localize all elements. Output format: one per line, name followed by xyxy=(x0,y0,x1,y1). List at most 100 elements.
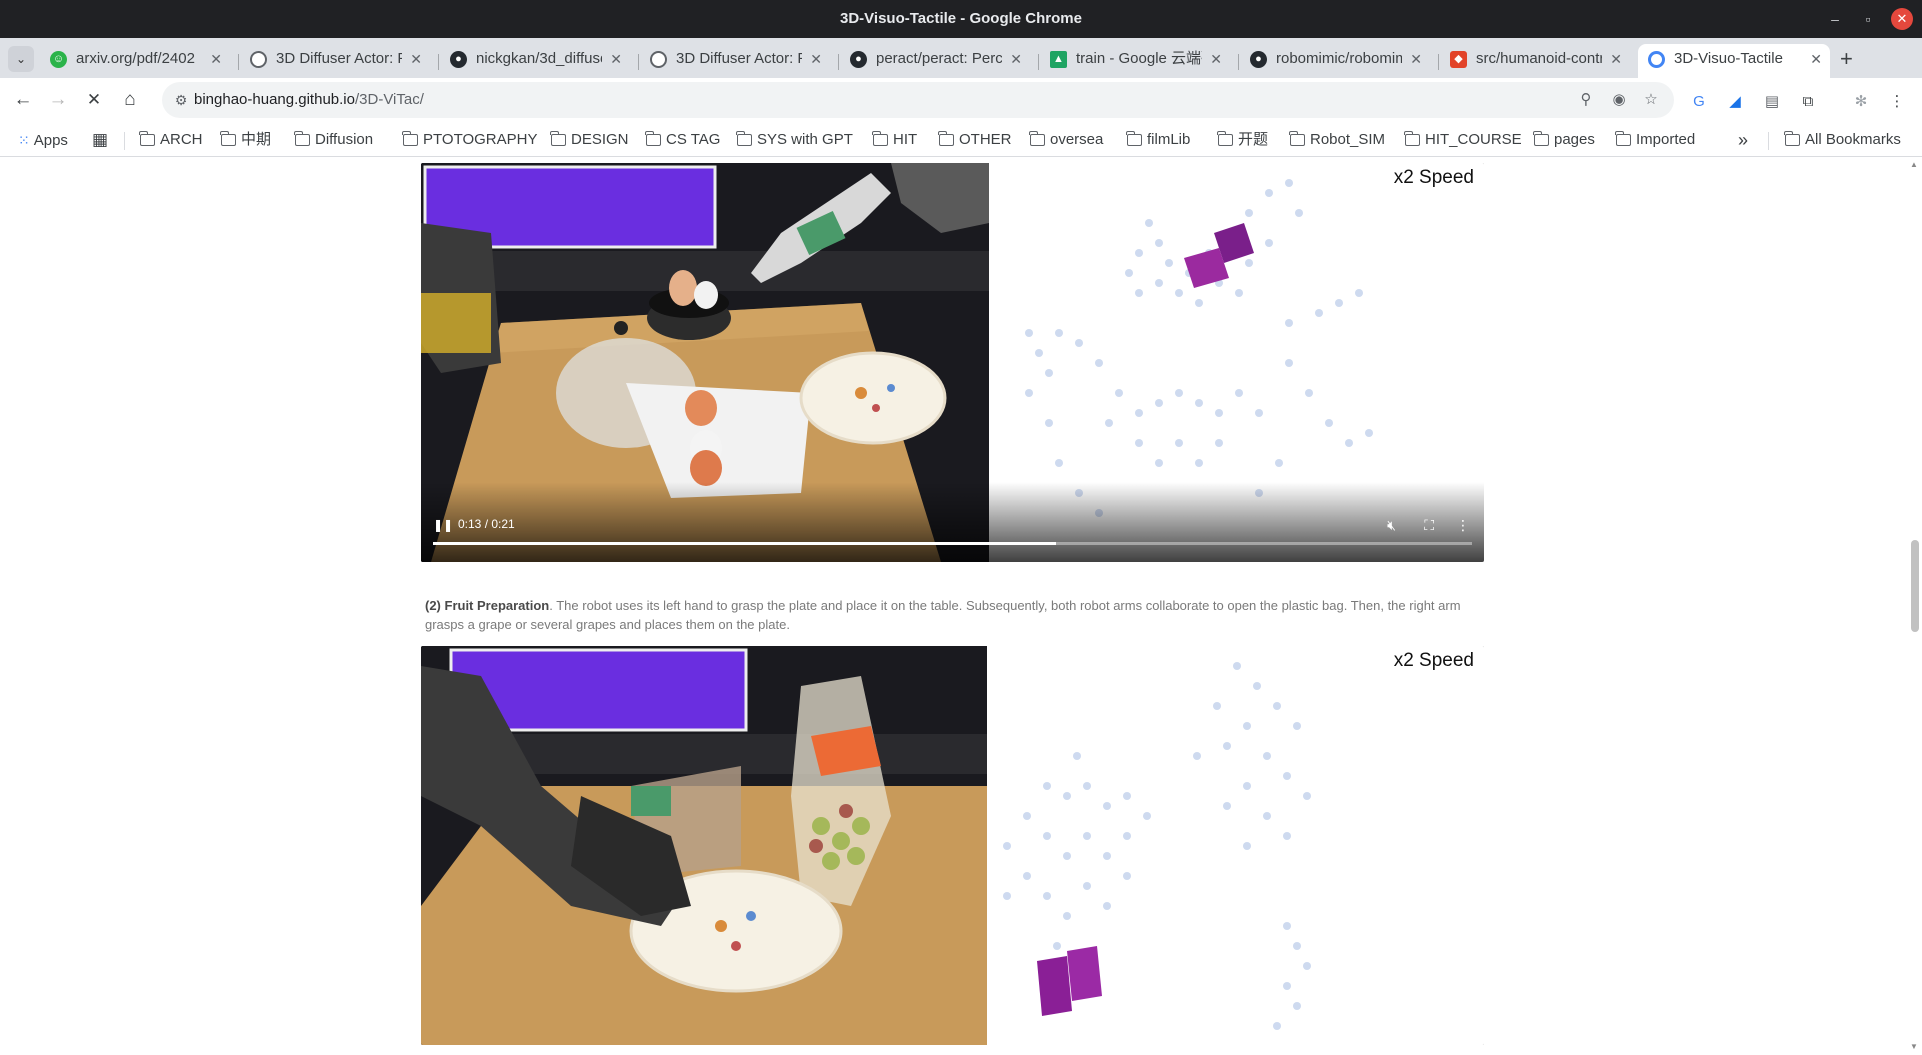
fullscreen-icon[interactable]: ⛶ xyxy=(1424,517,1434,534)
speed-label: x2 Speed xyxy=(1394,167,1474,188)
folder-icon xyxy=(645,131,661,146)
github-icon: ● xyxy=(850,51,867,68)
stop-loading-button[interactable]: ✕ xyxy=(82,88,106,112)
tab-label: 3D Diffuser Actor: Policy Diffusion xyxy=(276,50,402,67)
close-tab-icon[interactable]: ✕ xyxy=(810,44,822,74)
analytics-extension-icon[interactable]: ◢ xyxy=(1725,92,1745,112)
extensions-puzzle-icon[interactable]: ⧉ xyxy=(1798,92,1818,112)
folder-icon xyxy=(1533,131,1549,146)
back-button[interactable]: ← xyxy=(11,88,35,112)
address-bar[interactable]: ⚙ binghao-huang.github.io/3D-ViTac/ ⚲ ◉ … xyxy=(162,82,1674,118)
bookmark-folder-cs-tag[interactable]: CS TAG xyxy=(645,128,721,152)
bookmark-star-icon[interactable]: ☆ xyxy=(1641,90,1661,110)
bookmark-folder-kaiti[interactable]: 开题 xyxy=(1217,128,1268,152)
bookmark-label: pages xyxy=(1554,131,1595,148)
close-tab-icon[interactable]: ✕ xyxy=(410,44,422,74)
folder-icon xyxy=(220,131,236,146)
bookmark-folder-design[interactable]: DESIGN xyxy=(550,128,629,152)
close-tab-icon[interactable]: ✕ xyxy=(1210,44,1222,74)
chrome-menu-icon[interactable]: ⋮ xyxy=(1887,92,1907,112)
bookmark-folder-sys-with-gpt[interactable]: SYS with GPT xyxy=(736,128,853,152)
tab-strip: ⌄ ☺ arxiv.org/pdf/2402 ✕ 3D Diffuser Act… xyxy=(0,38,1922,78)
more-options-icon[interactable]: ⋮ xyxy=(1456,517,1470,534)
minimize-button[interactable]: – xyxy=(1824,8,1846,30)
tab-label: peract/peract: Perceiver-Actor xyxy=(876,50,1002,67)
tab-divider xyxy=(838,54,839,70)
close-tab-icon[interactable]: ✕ xyxy=(1410,44,1422,74)
tab-3d-diffuser-actor-2[interactable]: 3D Diffuser Actor: Policy Diffusion ✕ xyxy=(640,44,830,78)
tracking-protection-icon[interactable]: ◉ xyxy=(1609,90,1629,110)
home-button[interactable]: ⌂ xyxy=(118,88,142,112)
video-progress-bar[interactable] xyxy=(433,542,1472,545)
tab-google-drive[interactable]: ▲ train - Google 云端硬盘 ✕ xyxy=(1040,44,1230,78)
video-progress-fill xyxy=(433,542,1057,545)
point-cloud-view: x2 Speed xyxy=(987,646,1484,1045)
site-info-icon[interactable]: ⚙ xyxy=(172,91,190,109)
tab-robomimic-github[interactable]: ● robomimic/robomimic ✕ xyxy=(1240,44,1430,78)
tab-nickgkan-github[interactable]: ● nickgkan/3d_diffuser_actor ✕ xyxy=(440,44,630,78)
close-tab-icon[interactable]: ✕ xyxy=(610,44,622,74)
close-tab-icon[interactable]: ✕ xyxy=(1810,44,1822,74)
bookmark-folder-diffusion[interactable]: Diffusion xyxy=(294,128,373,152)
reader-extension-icon[interactable]: ▤ xyxy=(1762,92,1782,112)
bookmarks-divider xyxy=(124,132,125,150)
bookmark-folder-pages[interactable]: pages xyxy=(1533,128,1595,152)
more-bookmarks-button[interactable]: » xyxy=(1738,128,1748,152)
bookmark-folder-filmlib[interactable]: filmLib xyxy=(1126,128,1190,152)
translate-extension-icon[interactable]: G xyxy=(1689,92,1709,112)
tab-groups-icon[interactable]: ▦ xyxy=(92,128,108,152)
scroll-down-icon[interactable]: ▼ xyxy=(1910,1042,1918,1051)
bookmark-label: 中期 xyxy=(241,131,272,148)
apps-bookmark[interactable]: ⁙ Apps xyxy=(18,128,68,152)
video-time: 0:13 / 0:21 xyxy=(458,517,515,531)
bookmark-folder-robot-sim[interactable]: Robot_SIM xyxy=(1289,128,1385,152)
tab-search-button[interactable]: ⌄ xyxy=(8,46,34,72)
tab-humanoid-gitlab[interactable]: ◆ src/humanoid-control ✕ xyxy=(1440,44,1630,78)
toolbar: ← → ✕ ⌂ ⚙ binghao-huang.github.io/3D-ViT… xyxy=(0,78,1922,123)
tab-divider xyxy=(238,54,239,70)
bookmark-folder-ptotography[interactable]: PTOTOGRAPHY xyxy=(402,128,538,152)
github-icon: ● xyxy=(450,51,467,68)
close-tab-icon[interactable]: ✕ xyxy=(210,44,222,74)
close-window-button[interactable]: ✕ xyxy=(1891,8,1913,30)
video-fruit-preparation[interactable]: x2 Speed xyxy=(421,646,1484,1045)
tab-3d-visuo-tactile[interactable]: 3D-Visuo-Tactile ✕ xyxy=(1638,44,1830,78)
globe-icon xyxy=(650,51,667,68)
forward-button[interactable]: → xyxy=(46,88,70,112)
folder-icon xyxy=(872,131,888,146)
video-egg-placement[interactable]: x2 Speed ❚❚ 0:13 / 0:21 🔇︎ ⛶ ⋮ xyxy=(421,163,1484,562)
folder-icon xyxy=(402,131,418,146)
close-tab-icon[interactable]: ✕ xyxy=(1610,44,1622,74)
all-bookmarks-folder[interactable]: All Bookmarks xyxy=(1784,128,1901,152)
tab-arxiv[interactable]: ☺ arxiv.org/pdf/2402 ✕ xyxy=(40,44,230,78)
pause-icon[interactable]: ❚❚ xyxy=(433,518,453,532)
page-scrollbar[interactable]: ▲ ▼ xyxy=(1908,158,1922,1055)
mute-icon[interactable]: 🔇︎ xyxy=(1387,517,1396,534)
folder-icon xyxy=(1029,131,1045,146)
bookmark-folder-imported[interactable]: Imported xyxy=(1615,128,1695,152)
bookmark-folder-arch[interactable]: ARCH xyxy=(139,128,203,152)
bookmark-folder-other[interactable]: OTHER xyxy=(938,128,1012,152)
url-text[interactable]: binghao-huang.github.io/3D-ViTac/ xyxy=(194,91,424,108)
close-tab-icon[interactable]: ✕ xyxy=(1010,44,1022,74)
profile-avatar[interactable]: ✻ xyxy=(1851,92,1871,112)
zoom-icon[interactable]: ⚲ xyxy=(1576,90,1596,110)
tab-divider xyxy=(638,54,639,70)
title-bar: 3D-Visuo-Tactile - Google Chrome – ▫ ✕ xyxy=(0,0,1922,38)
tab-peract-github[interactable]: ● peract/peract: Perceiver-Actor ✕ xyxy=(840,44,1030,78)
new-tab-button[interactable]: + xyxy=(1840,46,1853,72)
bookmark-folder-hit-course[interactable]: HIT_COURSE xyxy=(1404,128,1522,152)
bookmark-folder-hit[interactable]: HIT xyxy=(872,128,917,152)
scroll-up-icon[interactable]: ▲ xyxy=(1910,160,1918,169)
scrollbar-thumb[interactable] xyxy=(1911,540,1919,632)
tab-label: src/humanoid-control xyxy=(1476,50,1602,67)
bookmark-folder-zhongqi[interactable]: 中期 xyxy=(220,128,272,152)
tab-3d-diffuser-actor[interactable]: 3D Diffuser Actor: Policy Diffusion ✕ xyxy=(240,44,430,78)
bookmark-label: PTOTOGRAPHY xyxy=(423,131,538,148)
bookmark-folder-oversea[interactable]: oversea xyxy=(1029,128,1103,152)
tab-divider xyxy=(1238,54,1239,70)
bookmark-label: SYS with GPT xyxy=(757,131,853,148)
maximize-button[interactable]: ▫ xyxy=(1857,8,1879,30)
tab-divider xyxy=(1038,54,1039,70)
bookmark-label: CS TAG xyxy=(666,131,721,148)
